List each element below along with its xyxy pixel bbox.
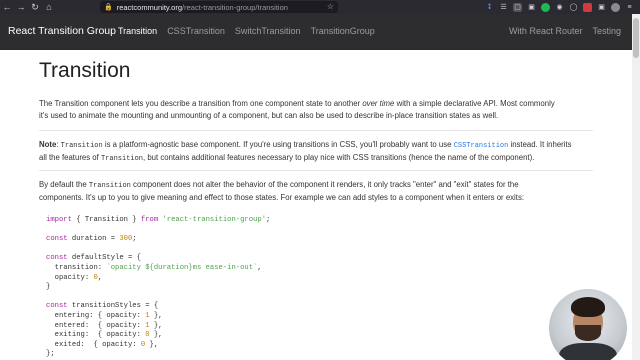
extension-icon[interactable]: ◉ [555, 3, 564, 12]
nav-right-links: With React Router Testing [509, 26, 621, 36]
presenter-beard [575, 325, 601, 341]
code-example: import { Transition } from 'react-transi… [39, 208, 593, 360]
csstransition-link[interactable]: CSSTransition [454, 142, 509, 150]
toolbar-icons: ↧ ☰ ▢ ▣ ◉ ◯ ▣ ≡ [485, 0, 634, 14]
divider [39, 130, 593, 131]
code-token: }, [145, 340, 159, 349]
sidebar-icon[interactable]: ▢ [513, 2, 522, 12]
note-code-transition-2: Transition [100, 155, 143, 163]
code-token: defaultStyle = { [67, 254, 141, 263]
code-token: `opacity ${duration}ms ease-in-out` [106, 263, 258, 272]
code-token: const [46, 302, 68, 311]
bookmark-star-icon[interactable]: ☆ [327, 1, 334, 13]
divider [39, 170, 593, 171]
code-token: duration = [67, 235, 120, 244]
code-token: 300 [119, 235, 133, 244]
nav-link-transition[interactable]: Transition [118, 26, 157, 36]
url-host: reactcommunity.org [116, 2, 183, 12]
note-label: Note [39, 140, 57, 149]
library-icon[interactable]: ☰ [499, 3, 508, 12]
extension-box-icon[interactable]: ▣ [597, 3, 606, 12]
code-token: }, [149, 311, 163, 320]
code-token: from [140, 216, 159, 224]
scrollbar-thumb[interactable] [633, 18, 639, 58]
nav-links: Transition CSSTransition SwitchTransitio… [118, 26, 375, 36]
intro-emphasis: over time [362, 99, 395, 108]
default-text-1: By default the [39, 180, 89, 189]
code-token: 'react-transition-group' [158, 216, 267, 224]
intro-paragraph: The Transition component lets you descri… [39, 98, 555, 122]
note-text-3: instead. It inherits [508, 140, 572, 149]
page-title: Transition [39, 59, 131, 82]
forward-icon[interactable]: → [14, 0, 28, 14]
code-token: { Transition } [71, 216, 141, 224]
note-text-2: is a platform-agnostic base component. I… [102, 140, 454, 149]
shield-icon[interactable]: ◯ [569, 3, 578, 12]
reload-icon[interactable]: ↻ [28, 0, 42, 14]
nav-link-transitiongroup[interactable]: TransitionGroup [311, 26, 375, 36]
presenter-hair [571, 297, 605, 317]
code-token: ; [266, 216, 271, 224]
intro-text-3: it's used to animate the mounting and un… [39, 111, 499, 120]
code-token: }, [149, 331, 163, 340]
reader-icon[interactable]: ▣ [527, 3, 536, 12]
code-token: }; [46, 350, 55, 359]
default-paragraph: By default the Transition component does… [39, 179, 524, 204]
extension-green-icon[interactable] [541, 2, 550, 12]
code-token: , [257, 263, 262, 272]
back-icon[interactable]: ← [0, 0, 14, 14]
code-token: opacity: [46, 273, 94, 282]
nav-link-csstransition[interactable]: CSSTransition [167, 26, 225, 36]
account-icon[interactable] [611, 2, 620, 12]
nav-link-with-react-router[interactable]: With React Router [509, 26, 583, 36]
home-icon[interactable]: ⌂ [42, 0, 56, 14]
default-text-3: components. It's up to you to give meani… [39, 193, 525, 202]
note-text-5: , but contains additional features neces… [143, 153, 535, 162]
intro-text-2: with a simple declarative API. Most comm… [394, 99, 555, 108]
default-text-2: component does not alter the behavior of… [130, 180, 519, 189]
presenter-body [559, 343, 617, 360]
code-token: entered: { opacity: [46, 321, 146, 330]
note-code-transition: Transition [60, 142, 103, 150]
code-token: } [46, 283, 51, 292]
address-bar[interactable]: 🔒 reactcommunity.org/react-transition-gr… [100, 1, 338, 13]
code-token: const [46, 254, 68, 263]
menu-icon[interactable]: ≡ [625, 3, 634, 12]
page-scrollbar[interactable] [632, 14, 640, 360]
code-token: exiting: { opacity: [46, 331, 146, 340]
code-token: entering: { opacity: [46, 311, 146, 320]
extension-red-icon[interactable] [583, 2, 592, 12]
code-token: exited: { opacity: [46, 340, 141, 349]
nav-link-testing[interactable]: Testing [592, 26, 621, 36]
browser-toolbar: ← → ↻ ⌂ 🔒 reactcommunity.org/react-trans… [0, 0, 640, 14]
site-brand[interactable]: React Transition Group [8, 25, 116, 37]
site-navbar: React Transition Group Transition CSSTra… [0, 14, 640, 50]
intro-text-1: The Transition component lets you descri… [39, 99, 363, 108]
code-token: const [46, 235, 68, 244]
code-token: transitionStyles = { [67, 302, 159, 311]
lock-icon: 🔒 [104, 4, 113, 11]
code-token: ; [132, 235, 137, 244]
code-token: , [97, 273, 103, 282]
webcam-overlay [549, 289, 627, 360]
code-token: }, [149, 321, 163, 330]
note-paragraph: Note: Transition is a platform-agnostic … [39, 139, 572, 165]
url-path: /react-transition-group/transition [182, 2, 288, 12]
default-code-transition: Transition [88, 182, 131, 190]
note-text-4: all the features of [39, 153, 101, 162]
download-icon[interactable]: ↧ [485, 3, 494, 12]
code-token: import [46, 216, 72, 224]
code-token: transition: [46, 263, 107, 272]
nav-link-switchtransition[interactable]: SwitchTransition [235, 26, 301, 36]
